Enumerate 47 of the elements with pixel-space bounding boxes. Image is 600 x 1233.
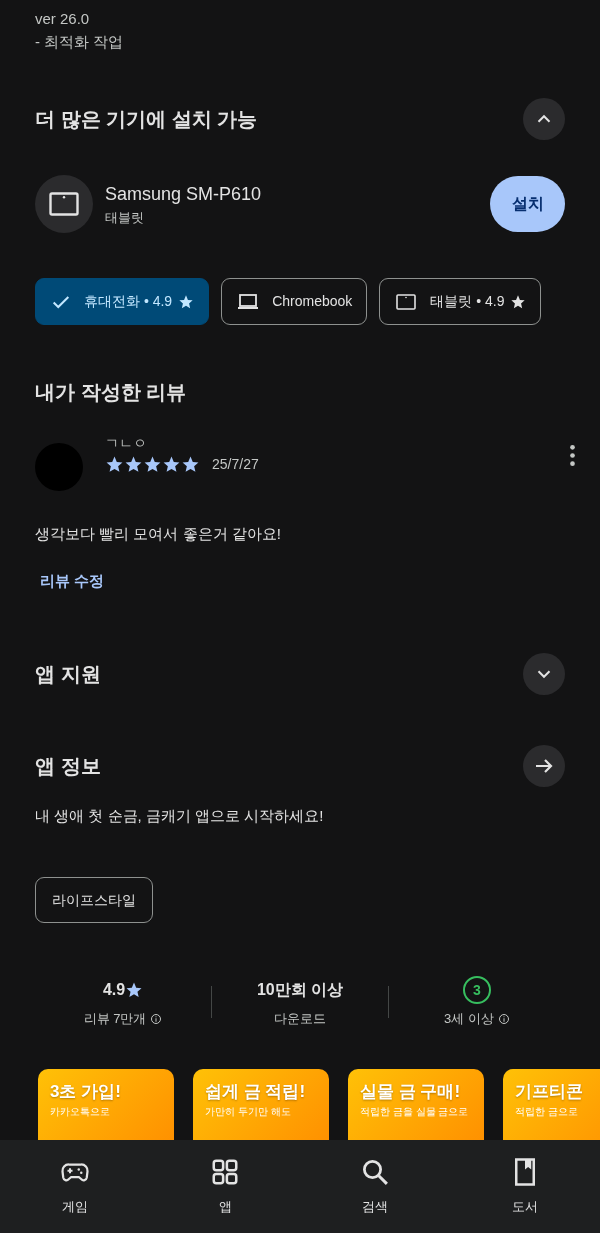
star-icon <box>162 455 181 474</box>
screenshot-title: 실물 금 구매! <box>360 1080 462 1103</box>
nav-tab[interactable]: 검색 <box>300 1140 450 1233</box>
nav-tab[interactable]: 도서 <box>450 1140 600 1233</box>
more-vertical-icon <box>570 445 575 467</box>
expand-button[interactable] <box>523 652 565 695</box>
screenshot-title: 기프티콘 <box>515 1080 584 1103</box>
device-filter-chip[interactable]: 태블릿 • 4.9 <box>379 278 542 325</box>
stat-value: 10만회 이상 <box>256 980 344 1000</box>
screenshot-caption: 카카오톡으로 <box>50 1105 111 1119</box>
stat-label: 다운로드 <box>274 1010 326 1028</box>
device-filter-chip[interactable]: Chromebook <box>221 278 368 325</box>
edit-review-link[interactable]: 리뷰 수정 <box>40 569 105 592</box>
star-icon <box>143 455 162 474</box>
device-type: 태블릿 <box>105 208 145 227</box>
screenshot-title: 3초 가입! <box>50 1080 122 1103</box>
section-title: 더 많은 기기에 설치 가능 <box>35 107 258 132</box>
category-chip[interactable]: 라이프스타일 <box>35 877 153 923</box>
release-note-line: ver 26.0 <box>35 9 91 29</box>
screenshot-title: 쉽게 금 적립! <box>205 1080 307 1103</box>
review-date: 25/7/27 <box>212 455 259 474</box>
section-title: 앱 정보 <box>35 753 101 779</box>
stat-label: 3세 이상 <box>444 1010 494 1028</box>
age-rating-badge: 3 <box>463 976 491 1004</box>
screenshot-caption: 적립한 금으로 <box>515 1105 579 1119</box>
star-icon <box>125 981 144 999</box>
device-name: Samsung SM-P610 <box>105 182 263 206</box>
device-filter-chip[interactable]: 휴대전화 • 4.9 <box>35 278 210 325</box>
screenshot-caption: 가만히 두기만 해도 <box>205 1105 292 1119</box>
release-note-line: - 최적화 작업 <box>35 31 125 52</box>
stat-label: 리뷰 7만개 <box>83 1010 147 1028</box>
section-title: 앱 지원 <box>35 661 101 687</box>
star-icon <box>105 455 124 474</box>
screenshot-caption: 적립한 금을 실물 금으로 <box>360 1105 470 1119</box>
star-icon <box>181 455 200 474</box>
collapse-button[interactable] <box>523 98 565 140</box>
more-options-button[interactable] <box>570 443 575 467</box>
arrow-button[interactable] <box>523 744 565 787</box>
app-description: 내 생애 첫 순금, 금캐기 앱으로 시작하세요! <box>35 805 325 826</box>
star-icon <box>124 455 143 474</box>
review-text: 생각보다 빨리 모여서 좋은거 같아요! <box>35 524 282 544</box>
section-title: 내가 작성한 리뷰 <box>35 380 188 405</box>
install-button[interactable]: 설치 <box>490 176 565 232</box>
nav-tab[interactable]: 앱 <box>150 1140 300 1233</box>
nav-tab[interactable]: 게임 <box>0 1140 150 1233</box>
stat-value: 4.9 <box>102 980 126 1000</box>
reviewer-name: ㄱㄴㅇ <box>105 434 148 453</box>
